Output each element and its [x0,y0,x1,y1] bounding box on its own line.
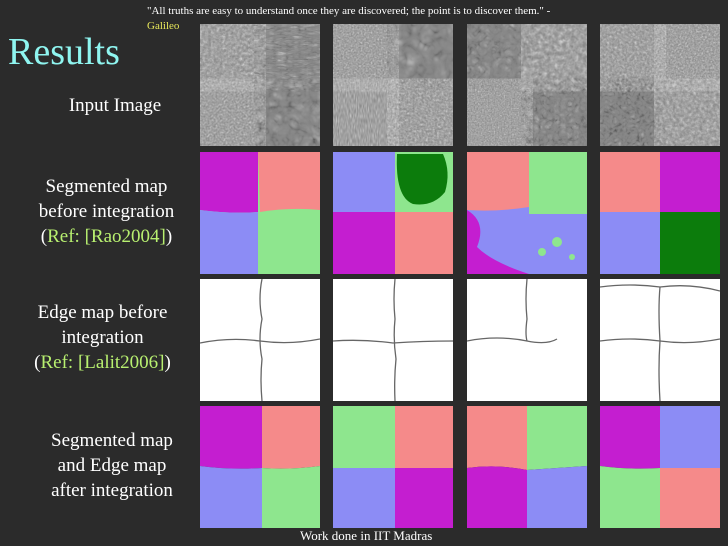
segmented-map-before-4 [600,152,720,274]
integrated-map-1 [200,406,320,528]
segmented-map-before-1 [200,152,320,274]
segmented-map-before-3 [467,152,587,274]
label-after-line1: Segmented map [51,430,173,451]
label-edge-before-line2: integration [61,327,144,348]
edge-map-before-3 [467,279,587,401]
edge-map-before-1 [200,279,320,401]
segmented-map-before-2 [333,152,453,274]
input-image-4 [600,24,720,146]
edge-map-before-4 [600,279,720,401]
label-edge-before-ref-close: ) [164,352,171,373]
label-input-image: Input Image [55,93,175,118]
integrated-map-4 [600,406,720,528]
input-image-3 [467,24,587,146]
label-after-line2: and Edge map [57,455,167,476]
label-segmented-before: Segmented map before integration (Ref: [… [14,174,199,249]
integrated-map-2 [333,406,453,528]
label-edge-before: Edge map before integration (Ref: [Lalit… [10,300,195,375]
label-after-integration: Segmented map and Edge map after integra… [22,428,202,503]
quote-text: "All truths are easy to understand once … [147,5,551,17]
input-image-2 [333,24,453,146]
ref-rao2004-link[interactable]: Ref: [Rao2004] [47,226,166,247]
label-segmented-before-line2: before integration [38,201,175,222]
edge-map-before-2 [333,279,453,401]
input-image-1 [200,24,320,146]
label-edge-before-ref-line: (Ref: [Lalit2006]) [10,350,195,375]
label-edge-before-line1: Edge map before [37,302,168,323]
label-segmented-before-ref-close: ) [165,226,173,247]
ref-lalit2006-link[interactable]: Ref: [Lalit2006] [41,352,165,373]
label-segmented-before-ref-line: (Ref: [Rao2004]) [14,224,199,249]
footer-credit: Work done in IIT Madras [300,528,433,543]
label-input-image-line1: Input Image [68,95,162,116]
label-after-line3: after integration [51,480,173,501]
label-segmented-before-line1: Segmented map [45,176,168,197]
integrated-map-3 [467,406,587,528]
slide-title: Results [8,31,120,73]
